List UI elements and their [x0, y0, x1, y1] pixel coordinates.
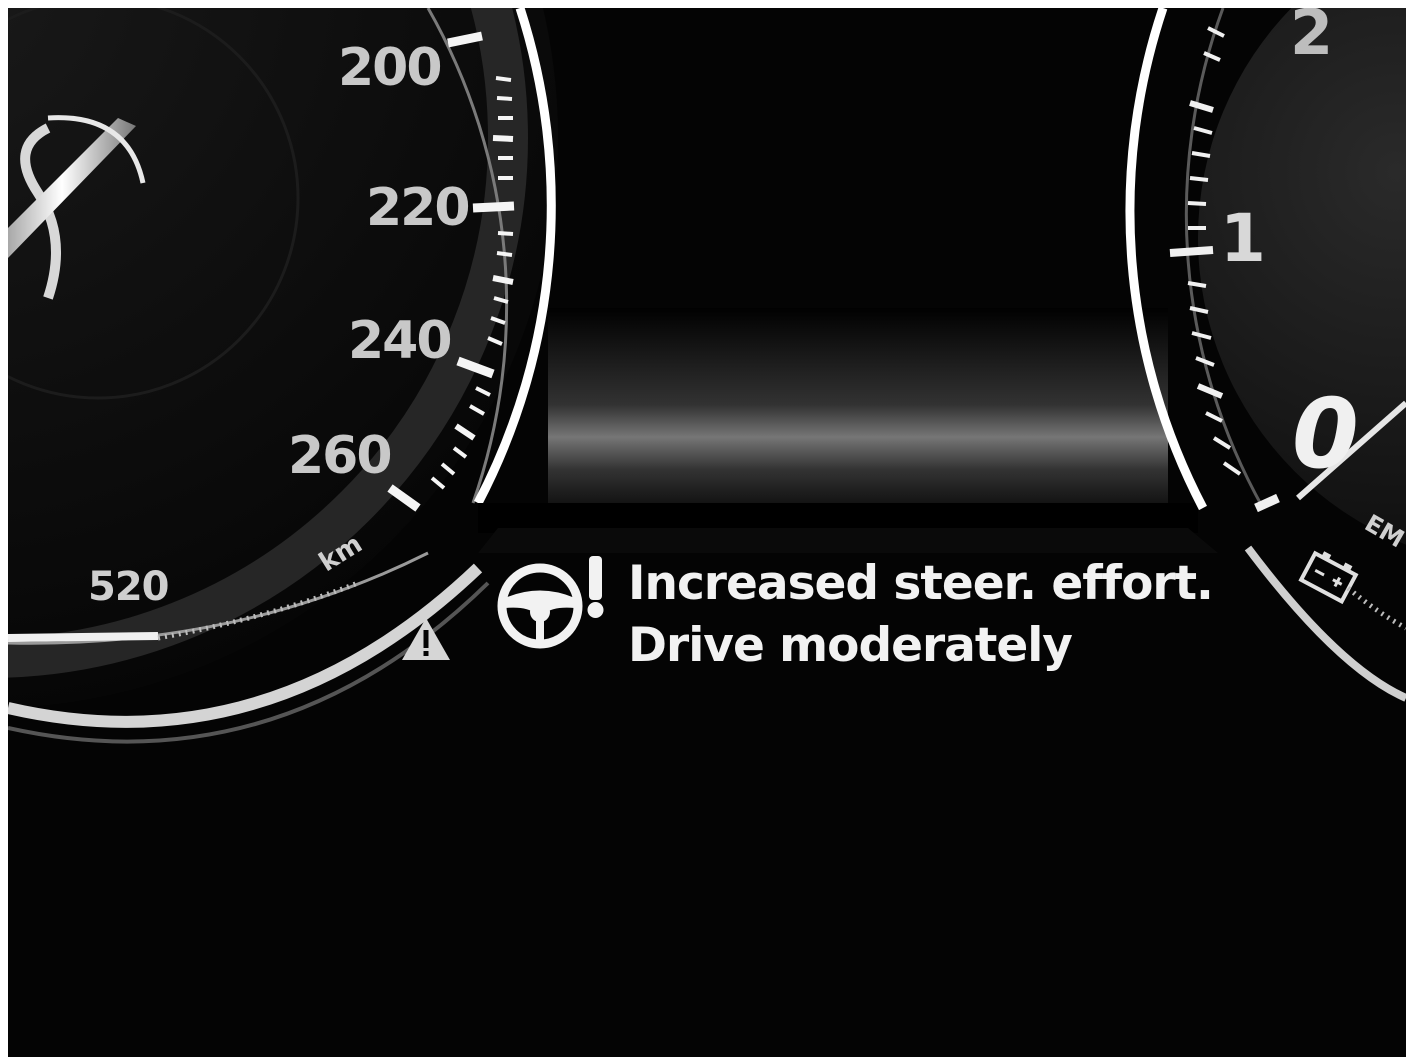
speed-label-240: 240 — [348, 311, 453, 371]
speed-label-260: 260 — [288, 426, 393, 486]
instrument-cluster-photo: EM 200 220 240 260 520 km 2 1 0 Increase… — [8, 8, 1406, 1057]
cluster-graphics: EM — [8, 8, 1406, 744]
speedometer — [8, 8, 558, 744]
warning-message-line-2: Drive moderately — [628, 618, 1073, 673]
tach-label-0: 0 — [1292, 378, 1359, 490]
warning-message-line-1: Increased steer. effort. — [628, 556, 1214, 611]
center-display-band — [478, 308, 1218, 553]
tach-label-2: 2 — [1290, 8, 1334, 69]
tach-label-1: 1 — [1220, 200, 1266, 277]
range-value: 520 — [88, 564, 169, 610]
speed-label-200: 200 — [338, 38, 443, 98]
battery-icon — [1298, 550, 1359, 605]
speed-label-220: 220 — [366, 178, 471, 238]
check-control-message: Increased steer. effort. Drive moderatel… — [488, 548, 1214, 698]
